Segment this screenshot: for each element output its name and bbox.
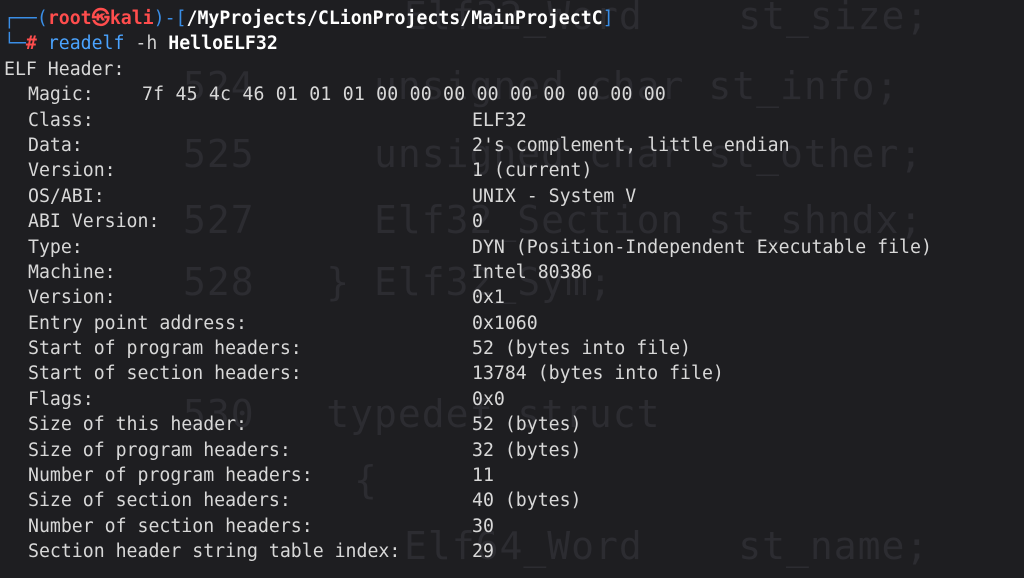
elf-field-row: Class: ELF32	[4, 108, 1024, 133]
elf-field-row: OS/ABI: UNIX - System V	[4, 184, 1024, 209]
elf-field-row: Number of section headers: 30	[4, 514, 1024, 539]
prompt-frame: └─	[4, 33, 26, 55]
elf-field-row: Flags: 0x0	[4, 387, 1024, 412]
elf-field-row: Entry point address: 0x1060	[4, 311, 1024, 336]
elf-field-row: Start of section headers: 13784 (bytes in…	[4, 361, 1024, 386]
elf-field-row: Size of program headers: 32 (bytes)	[4, 438, 1024, 463]
field-value: 52 (bytes into file)	[472, 338, 691, 360]
prompt-header: ┌──(root㉿kali)-[/MyProjects/CLionProject…	[4, 6, 1024, 31]
field-value: 0	[472, 211, 483, 233]
field-key: Number of section headers:	[28, 515, 313, 537]
field-key: Start of section headers:	[28, 363, 302, 385]
field-key: Entry point address:	[28, 312, 247, 334]
field-key: Data:	[28, 134, 83, 156]
field-key: Size of program headers:	[28, 439, 291, 461]
prompt-at-icon: ㉿	[91, 8, 110, 29]
elf-field-row: Start of program headers: 52 (bytes into …	[4, 336, 1024, 361]
field-value: 0x0	[472, 388, 505, 410]
field-key: Flags:	[28, 388, 94, 410]
field-key: Start of program headers:	[28, 338, 302, 360]
field-value: 1 (current)	[472, 160, 593, 182]
field-value: 40 (bytes)	[472, 490, 582, 512]
elf-field-row: Machine: Intel 80386	[4, 260, 1024, 285]
elf-field-row: ABI Version: 0	[4, 209, 1024, 234]
field-key: Size of section headers:	[28, 490, 291, 512]
field-key: Version:	[28, 160, 116, 182]
command-name: readelf	[47, 33, 125, 55]
field-value: DYN (Position-Independent Executable fil…	[472, 236, 932, 258]
terminal-output[interactable]: ┌──(root㉿kali)-[/MyProjects/CLionProject…	[4, 6, 1024, 565]
prompt-path: /MyProjects/CLionProjects/MainProjectC	[186, 8, 603, 29]
field-key: Type:	[28, 236, 83, 258]
elf-field-row: Size of this header: 52 (bytes)	[4, 412, 1024, 437]
field-value: 29	[472, 541, 494, 563]
field-value: 0x1060	[472, 312, 538, 334]
elf-field-row: Size of section headers: 40 (bytes)	[4, 488, 1024, 513]
prompt-host: kali	[109, 8, 154, 29]
field-value: 30	[472, 515, 494, 537]
field-key: Number of program headers:	[28, 465, 313, 487]
prompt-frame: ┌──(	[4, 8, 48, 29]
field-key: ABI Version:	[28, 211, 160, 233]
field-key: Class:	[28, 109, 94, 131]
field-key: Magic:	[28, 84, 94, 106]
elf-field-row: Data: 2's complement, little endian	[4, 133, 1024, 158]
field-value: ELF32	[472, 109, 527, 131]
prompt-user: root	[47, 8, 92, 29]
field-key: OS/ABI:	[28, 185, 105, 207]
prompt-hash: #	[25, 33, 37, 55]
field-value: 11	[472, 465, 494, 487]
field-value: 32 (bytes)	[472, 439, 582, 461]
field-value: 7f 45 4c 46 01 01 01 00 00 00 00 00 00 0…	[142, 84, 667, 106]
field-value: 52 (bytes)	[472, 414, 582, 436]
field-key: Size of this header:	[28, 414, 247, 436]
command-line[interactable]: └─# readelf -h HelloELF32	[4, 31, 1024, 56]
field-key: Version:	[28, 287, 116, 309]
field-value: 0x1	[472, 287, 505, 309]
prompt-frame: ]	[602, 8, 614, 29]
command-argument: HelloELF32	[168, 33, 278, 55]
terminal-window[interactable]: Elf32_Word st_size; 524 unsigned char st…	[0, 0, 1024, 578]
elf-header-heading: ELF Header:	[4, 58, 125, 80]
field-value: 13784 (bytes into file)	[472, 363, 724, 385]
elf-field-magic: Magic: 7f 45 4c 46 01 01 01 00 00 00 00 0…	[4, 82, 1024, 107]
field-value: Intel 80386	[472, 261, 593, 283]
elf-field-row: Section header string table index: 29	[4, 539, 1024, 564]
command-option: -h	[135, 33, 158, 55]
elf-field-row: Version: 1 (current)	[4, 158, 1024, 183]
elf-field-row: Type: DYN (Position-Independent Executabl…	[4, 235, 1024, 260]
field-key: Machine:	[28, 261, 116, 283]
field-value: 2's complement, little endian	[472, 134, 790, 156]
field-key: Section header string table index:	[28, 541, 401, 563]
prompt-frame: )-[	[153, 8, 187, 29]
field-value: UNIX - System V	[472, 185, 637, 207]
elf-fields-list: Class: ELF32 Data: 2's complement, little e…	[4, 108, 1024, 565]
elf-field-row: Version: 0x1	[4, 285, 1024, 310]
elf-field-row: Number of program headers: 11	[4, 463, 1024, 488]
